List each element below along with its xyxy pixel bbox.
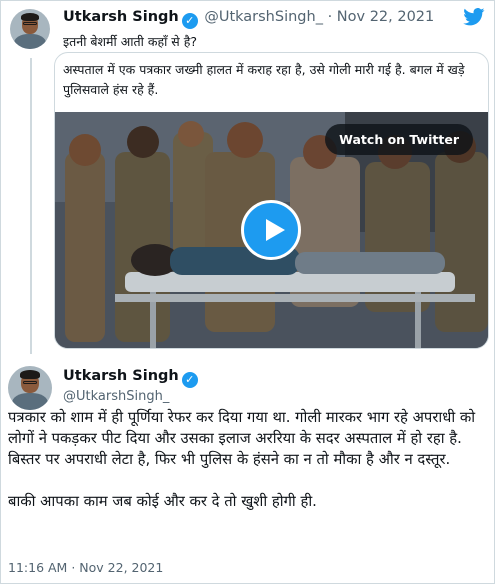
parent-handle[interactable]: @UtkarshSingh_	[204, 9, 323, 25]
quoted-text: अस्पताल में एक पत्रकार जख्मी हालत में कर…	[63, 62, 465, 97]
parent-date[interactable]: Nov 22, 2021	[337, 9, 434, 25]
watch-on-twitter-button[interactable]: Watch on Twitter	[325, 124, 473, 155]
tweet-time: 11:16 AM	[8, 560, 68, 575]
main-author: Utkarsh Singh ✓	[63, 368, 200, 388]
verified-badge-icon: ✓	[181, 372, 198, 388]
tweet-timestamp[interactable]: 11:16 AM · Nov 22, 2021	[8, 560, 163, 575]
thread-connector	[30, 58, 32, 354]
header-separator: ·	[327, 9, 333, 25]
main-author-name[interactable]: Utkarsh Singh	[63, 368, 179, 384]
main-tweet-text: पत्रकार को शाम में ही पूर्णिया रेफर कर द…	[8, 409, 476, 510]
tweet-date: Nov 22, 2021	[79, 560, 164, 575]
play-icon[interactable]	[241, 200, 301, 260]
parent-avatar[interactable]	[10, 9, 50, 49]
video-player[interactable]: Watch on Twitter	[55, 112, 488, 348]
quoted-card[interactable]: अस्पताल में एक पत्रकार जख्मी हालत में कर…	[54, 52, 489, 349]
main-avatar[interactable]	[8, 366, 52, 410]
meta-separator: ·	[71, 560, 76, 575]
parent-author-name[interactable]: Utkarsh Singh	[63, 9, 179, 25]
main-handle[interactable]: @UtkarshSingh_	[63, 389, 169, 404]
verified-badge-icon: ✓	[181, 13, 198, 29]
twitter-bird-icon[interactable]	[463, 8, 485, 26]
parent-tweet-text: इतनी बेशर्मी आती कहाँ से है?	[63, 34, 197, 49]
parent-header: Utkarsh Singh ✓ @UtkarshSingh_ · Nov 22, …	[63, 9, 434, 29]
